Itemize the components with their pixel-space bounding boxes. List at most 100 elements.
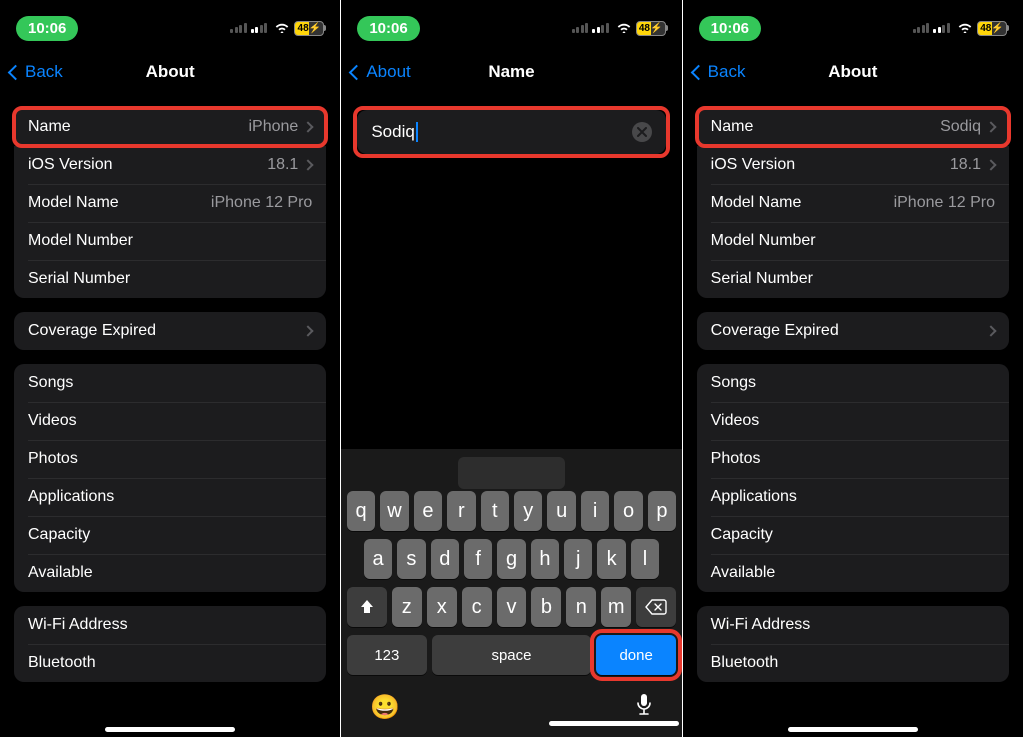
key-u[interactable]: u xyxy=(547,491,575,531)
key-shift[interactable] xyxy=(347,587,387,627)
dictation-button[interactable] xyxy=(635,693,653,722)
key-n[interactable]: n xyxy=(566,587,596,627)
key-a[interactable]: a xyxy=(364,539,392,579)
row-coverage[interactable]: Coverage Expired xyxy=(14,312,326,350)
key-r[interactable]: r xyxy=(447,491,475,531)
wifi-icon xyxy=(616,20,632,36)
back-label: Back xyxy=(708,62,746,82)
key-done[interactable]: done xyxy=(596,635,676,675)
time-pill[interactable]: 10:06 xyxy=(357,16,419,41)
keyboard-row-2: asdfghjkl xyxy=(344,539,678,579)
name-label: Name xyxy=(28,118,71,136)
row-model-number: Model Number xyxy=(14,222,326,260)
text-cursor xyxy=(416,122,418,142)
key-b[interactable]: b xyxy=(531,587,561,627)
key-backspace[interactable] xyxy=(636,587,676,627)
panel-name-edit: 10:06 48⚡ About Name Sodiq xyxy=(341,0,682,737)
key-p[interactable]: p xyxy=(648,491,676,531)
row-bluetooth: Bluetooth xyxy=(14,644,326,682)
chevron-right-icon xyxy=(303,121,314,132)
key-space[interactable]: space xyxy=(432,635,591,675)
keyboard-row-3: zxcvbnm xyxy=(344,587,678,627)
clear-text-button[interactable] xyxy=(632,122,652,142)
key-d[interactable]: d xyxy=(431,539,459,579)
signal-icon xyxy=(592,23,609,33)
group-media: Songs Videos Photos Applications Capacit… xyxy=(14,364,326,592)
row-name[interactable]: Name Sodiq xyxy=(697,108,1009,146)
key-w[interactable]: w xyxy=(380,491,408,531)
status-bar: 10:06 48⚡ xyxy=(683,6,1023,50)
key-x[interactable]: x xyxy=(427,587,457,627)
key-j[interactable]: j xyxy=(564,539,592,579)
row-bluetooth: Bluetooth xyxy=(697,644,1009,682)
status-icons: 48⚡ xyxy=(913,20,1007,36)
emoji-button[interactable]: 😀 xyxy=(370,693,400,722)
row-videos: Videos xyxy=(697,402,1009,440)
key-t[interactable]: t xyxy=(481,491,509,531)
row-ios-version[interactable]: iOS Version 18.1 xyxy=(14,146,326,184)
row-photos: Photos xyxy=(697,440,1009,478)
battery-icon: 48⚡ xyxy=(636,21,666,36)
key-z[interactable]: z xyxy=(392,587,422,627)
wifi-icon xyxy=(274,20,290,36)
nav-bar: About Name xyxy=(341,50,681,94)
signal-phantom-icon xyxy=(572,23,589,33)
key-y[interactable]: y xyxy=(514,491,542,531)
row-wifi-address: Wi-Fi Address xyxy=(697,606,1009,644)
back-button[interactable]: Back xyxy=(10,62,63,82)
status-bar: 10:06 48⚡ xyxy=(341,6,681,50)
key-k[interactable]: k xyxy=(597,539,625,579)
name-input-row[interactable]: Sodiq xyxy=(357,110,665,154)
row-coverage[interactable]: Coverage Expired xyxy=(697,312,1009,350)
row-songs: Songs xyxy=(697,364,1009,402)
group-coverage[interactable]: Coverage Expired xyxy=(697,312,1009,350)
page-title: About xyxy=(146,62,195,82)
row-photos: Photos xyxy=(14,440,326,478)
back-button[interactable]: Back xyxy=(693,62,746,82)
key-c[interactable]: c xyxy=(462,587,492,627)
name-input[interactable]: Sodiq xyxy=(371,122,631,143)
key-numeric[interactable]: 123 xyxy=(347,635,427,675)
chevron-right-icon xyxy=(985,325,996,336)
battery-icon: 48⚡ xyxy=(294,21,324,36)
keyboard-suggestions[interactable] xyxy=(344,455,678,491)
row-name[interactable]: Name iPhone xyxy=(14,108,326,146)
battery-icon: 48⚡ xyxy=(977,21,1007,36)
row-capacity: Capacity xyxy=(14,516,326,554)
key-e[interactable]: e xyxy=(414,491,442,531)
key-v[interactable]: v xyxy=(497,587,527,627)
row-ios-version[interactable]: iOS Version 18.1 xyxy=(697,146,1009,184)
key-g[interactable]: g xyxy=(497,539,525,579)
group-network: Wi-Fi Address Bluetooth xyxy=(697,606,1009,682)
key-h[interactable]: h xyxy=(531,539,559,579)
row-applications: Applications xyxy=(14,478,326,516)
home-indicator[interactable] xyxy=(105,727,235,732)
time-pill[interactable]: 10:06 xyxy=(699,16,761,41)
key-l[interactable]: l xyxy=(631,539,659,579)
page-title: About xyxy=(828,62,877,82)
time-pill[interactable]: 10:06 xyxy=(16,16,78,41)
back-button[interactable]: About xyxy=(351,62,410,82)
key-q[interactable]: q xyxy=(347,491,375,531)
nav-bar: Back About xyxy=(683,50,1023,94)
status-icons: 48⚡ xyxy=(572,20,666,36)
back-label: Back xyxy=(25,62,63,82)
row-videos: Videos xyxy=(14,402,326,440)
wifi-icon xyxy=(957,20,973,36)
home-indicator[interactable] xyxy=(788,727,918,732)
key-f[interactable]: f xyxy=(464,539,492,579)
keyboard[interactable]: qwertyuiop asdfghjkl zxcvbnm 123 space d… xyxy=(341,449,681,737)
name-value: iPhone xyxy=(249,118,299,136)
panel-about-after: 10:06 48⚡ Back About Name Sodiq xyxy=(683,0,1024,737)
key-s[interactable]: s xyxy=(397,539,425,579)
home-indicator[interactable] xyxy=(549,721,679,726)
chevron-right-icon xyxy=(985,159,996,170)
key-i[interactable]: i xyxy=(581,491,609,531)
chevron-right-icon xyxy=(303,159,314,170)
group-coverage[interactable]: Coverage Expired xyxy=(14,312,326,350)
key-m[interactable]: m xyxy=(601,587,631,627)
row-model-number: Model Number xyxy=(697,222,1009,260)
row-available: Available xyxy=(14,554,326,592)
signal-phantom-icon xyxy=(230,23,247,33)
key-o[interactable]: o xyxy=(614,491,642,531)
